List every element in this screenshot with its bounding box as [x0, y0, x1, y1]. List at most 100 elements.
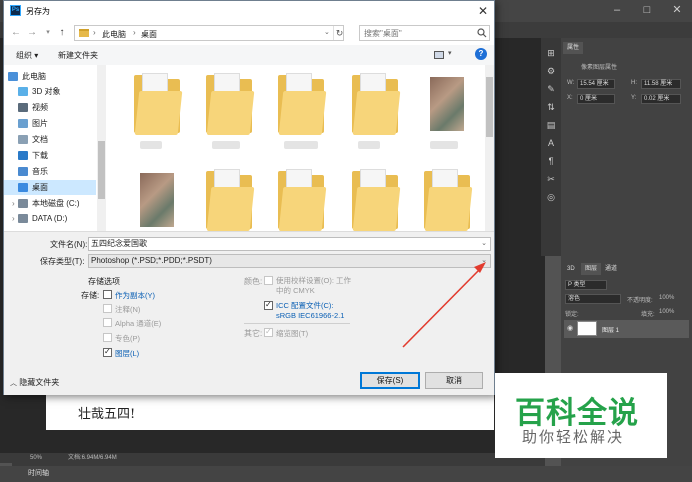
move-tool-icon[interactable]: ⊞ — [541, 44, 561, 62]
layers-checkbox[interactable] — [103, 347, 112, 357]
tools-icon[interactable]: ✂ — [541, 170, 561, 188]
properties-tab[interactable]: 属性 — [563, 42, 584, 54]
tab-channels[interactable]: 通道 — [601, 263, 621, 275]
sidebar-item[interactable]: 下载 — [4, 148, 96, 163]
back-arrow-icon[interactable]: ← — [10, 27, 22, 39]
filetype-value: Photoshop (*.PSD;*.PDD;*.PSDT) — [91, 256, 212, 265]
height-field[interactable]: 11.58 厘米 — [641, 79, 681, 89]
filename-value[interactable]: 五四纪念爱国歌 — [91, 239, 147, 248]
notes-checkbox[interactable] — [103, 304, 112, 313]
desktop-icon — [18, 183, 28, 192]
chevron-down-icon[interactable]: ▾ — [448, 49, 452, 57]
sidebar-item[interactable]: 视频 — [4, 100, 96, 115]
width-field[interactable]: 15.54 厘米 — [577, 79, 615, 89]
sidebar-item[interactable]: 3D 对象 — [4, 84, 96, 99]
type-tool-icon[interactable]: A — [541, 134, 561, 152]
3d-icon[interactable]: ◎ — [541, 188, 561, 206]
swap-icon[interactable]: ⇅ — [541, 98, 561, 116]
sidebar-item[interactable]: ▾此电脑 — [4, 69, 96, 84]
chevron-right-icon[interactable]: › — [12, 196, 15, 211]
icc-label[interactable]: ICC 配置文件(C): — [276, 300, 334, 311]
sidebar-item[interactable]: › 本地磁盘 (C:) — [4, 196, 96, 211]
refresh-icon[interactable]: ↻ — [333, 26, 345, 40]
organize-button[interactable]: 组织 ▾ — [16, 50, 38, 61]
search-input[interactable] — [360, 26, 475, 40]
breadcrumb-desktop[interactable]: 桌面 — [141, 29, 157, 40]
close-icon[interactable]: ✕ — [670, 4, 684, 16]
downloads-icon — [18, 151, 28, 160]
sidebar-item[interactable]: 图片 — [4, 116, 96, 131]
timeline-tab[interactable]: 时间轴 — [28, 466, 49, 482]
layer-filter-select[interactable]: P 类型 — [565, 280, 607, 290]
filetype-label: 保存类型(T): — [40, 257, 85, 266]
visibility-eye-icon[interactable]: ◉ — [567, 324, 573, 332]
chevron-up-icon: ︿ — [10, 380, 17, 387]
layers-label[interactable]: 图层(L) — [115, 348, 139, 359]
close-icon[interactable]: ✕ — [476, 4, 490, 18]
chevron-down-icon[interactable]: ▾ — [42, 27, 54, 39]
sidebar-item-label: DATA (D:) — [32, 214, 68, 223]
breadcrumb-this-pc[interactable]: 此电脑 — [102, 29, 126, 40]
x-field[interactable]: 0 厘米 — [577, 94, 615, 104]
as-copy-checkbox[interactable] — [103, 290, 112, 299]
folder-item[interactable] — [134, 73, 183, 137]
as-copy-label[interactable]: 作为副本(Y) — [115, 290, 155, 301]
address-bar[interactable]: › 此电脑 › 桌面 ⌄ ↻ — [74, 25, 344, 41]
use-proof-checkbox[interactable] — [264, 276, 273, 285]
new-folder-button[interactable]: 新建文件夹 — [58, 50, 98, 61]
folder-item[interactable] — [134, 169, 180, 233]
folder-item[interactable] — [278, 73, 327, 137]
chevron-down-icon[interactable]: ⌄ — [481, 255, 487, 267]
folder-item[interactable] — [206, 73, 255, 137]
paragraph-icon[interactable]: ¶ — [541, 152, 561, 170]
chevron-right-icon[interactable]: › — [93, 28, 96, 37]
folder-item[interactable] — [424, 73, 470, 137]
save-button[interactable]: 保存(S) — [360, 372, 420, 389]
filetype-select[interactable]: Photoshop (*.PSD;*.PDD;*.PSDT) ⌄ — [88, 254, 491, 268]
brush-tool-icon[interactable]: ✎ — [541, 80, 561, 98]
opacity-value[interactable]: 100% — [659, 295, 674, 301]
layer-comp-icon[interactable]: ▤ — [541, 116, 561, 134]
hide-folders-toggle[interactable]: ︿ 隐藏文件夹 — [10, 377, 59, 388]
chevron-right-icon[interactable]: › — [133, 28, 136, 37]
folder-item[interactable] — [206, 169, 255, 233]
filename-field[interactable]: 五四纪念爱国歌 ⌄ — [88, 237, 491, 251]
tab-layers[interactable]: 图层 — [581, 263, 602, 275]
sidebar-item[interactable]: 文档 — [4, 132, 96, 147]
up-arrow-icon[interactable]: ↑ — [56, 27, 68, 39]
thumbnail-checkbox[interactable] — [264, 327, 273, 337]
file-grid[interactable] — [106, 65, 484, 231]
search-icon[interactable] — [476, 28, 488, 38]
icc-checkbox[interactable] — [264, 300, 273, 310]
blend-mode-select[interactable]: 溶色 — [565, 294, 621, 304]
folder-item[interactable] — [352, 169, 401, 233]
save-label: 存储: — [81, 291, 100, 300]
chevron-down-icon[interactable]: ⌄ — [324, 28, 330, 36]
folder-icon — [352, 91, 401, 135]
chevron-right-icon[interactable]: › — [12, 211, 15, 226]
files-scroll-thumb[interactable] — [486, 77, 493, 137]
sidebar-item[interactable]: › DATA (D:) — [4, 211, 96, 226]
adjust-icon[interactable]: ⚙ — [541, 62, 561, 80]
help-icon[interactable]: ? — [475, 48, 487, 60]
alpha-checkbox[interactable] — [103, 318, 112, 327]
nav-scroll-thumb[interactable] — [98, 141, 105, 199]
folder-item[interactable] — [424, 169, 473, 233]
forward-arrow-icon[interactable]: → — [26, 27, 38, 39]
sidebar-item[interactable]: 桌面 — [4, 180, 96, 195]
zoom-level[interactable]: 50% — [30, 453, 42, 463]
video-icon — [18, 103, 28, 112]
maximize-icon[interactable]: □ — [640, 4, 654, 16]
chevron-down-icon[interactable]: ⌄ — [481, 238, 487, 250]
folder-item[interactable] — [352, 73, 401, 137]
tab-3d[interactable]: 3D — [563, 263, 579, 275]
minimize-icon[interactable]: – — [610, 4, 624, 16]
spot-checkbox[interactable] — [103, 333, 112, 342]
folder-item[interactable] — [278, 169, 327, 233]
y-field[interactable]: 0.02 厘米 — [641, 94, 681, 104]
search-box[interactable] — [359, 25, 490, 41]
cancel-button[interactable]: 取消 — [425, 372, 483, 389]
sidebar-item[interactable]: 音乐 — [4, 164, 96, 179]
view-options-icon[interactable] — [434, 51, 444, 59]
fill-value[interactable]: 100% — [659, 309, 674, 315]
